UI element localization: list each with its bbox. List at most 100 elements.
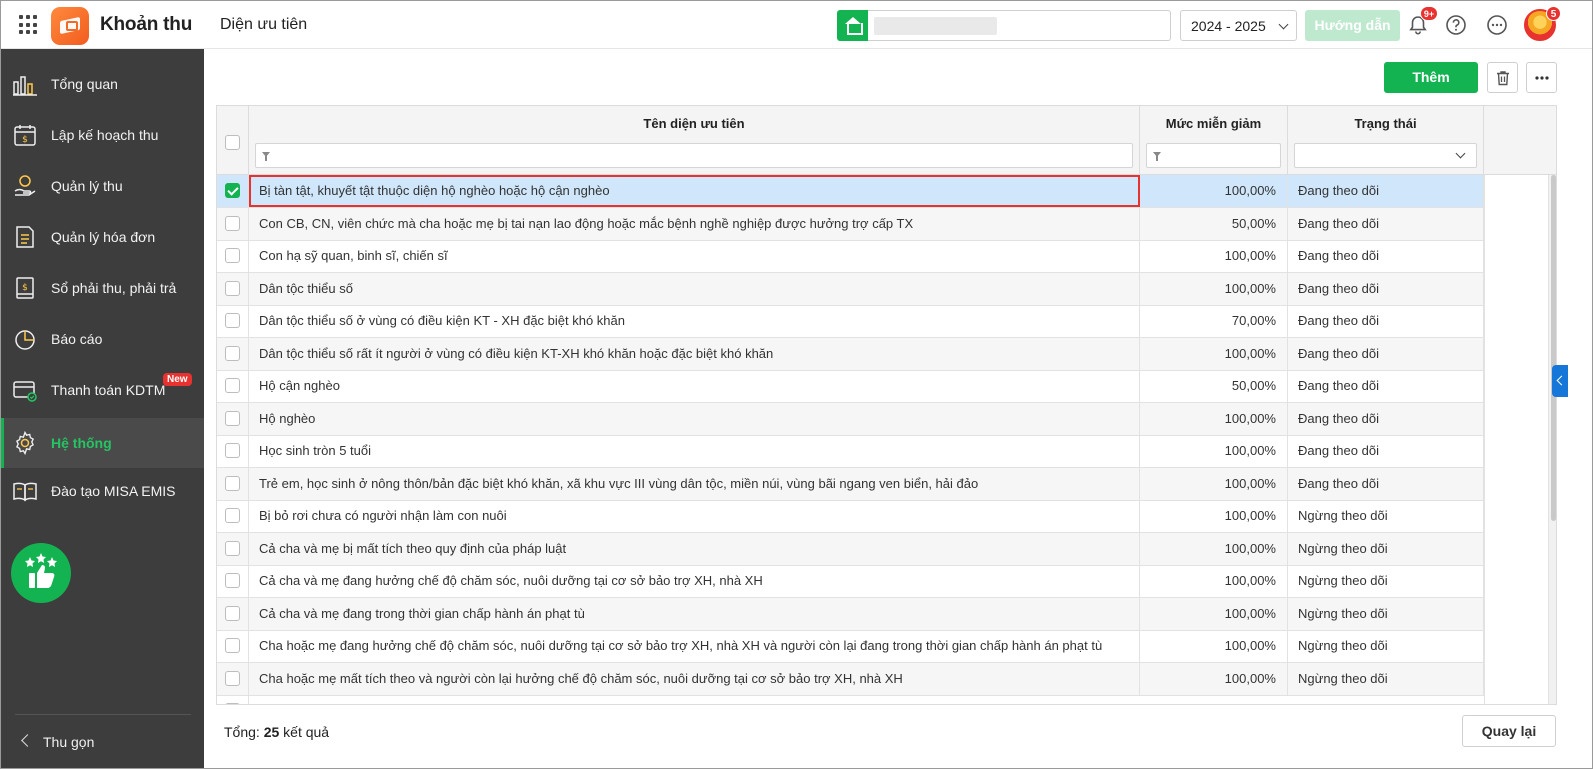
user-avatar[interactable]: 5 [1524, 6, 1561, 41]
filter-icon [262, 152, 270, 161]
row-checkbox[interactable] [225, 703, 240, 704]
row-checkbox[interactable] [225, 540, 240, 556]
row-checkbox[interactable] [225, 638, 240, 653]
cell-discount-rate: 100,00% [1140, 240, 1288, 272]
sidebar-item-system[interactable]: Hệ thống [1, 418, 204, 468]
home-icon[interactable] [837, 10, 868, 41]
cell-discount-rate: 100,00% [1140, 435, 1288, 467]
table-row[interactable]: Hộ nghèo 100,00% Đang theo dõi [217, 402, 1484, 436]
row-checkbox[interactable] [225, 410, 240, 426]
table-row[interactable]: Bị bỏ rơi chưa có người nhận làm con nuô… [217, 500, 1484, 533]
cell-status: Đang theo dõi [1288, 370, 1484, 402]
cell-discount-rate: 100,00% [1140, 500, 1288, 532]
row-checkbox[interactable] [225, 183, 240, 198]
row-checkbox-cell [217, 532, 249, 565]
sidebar-item-training[interactable]: Đào tạo MISA EMIS [1, 466, 204, 516]
cell-discount-rate: 100,00% [1140, 337, 1288, 370]
table-row[interactable]: Hộ cận nghèo 50,00% Đang theo dõi [217, 370, 1484, 403]
cell-discount-rate: 100,00% [1140, 597, 1288, 630]
cell-priority-name: Cha hoặc mẹ mất tích theo và người còn l… [249, 662, 1140, 695]
total-suffix: kết quả [283, 724, 330, 740]
cell-status: Đang theo dõi [1288, 402, 1484, 435]
table-row[interactable]: Dân tộc thiểu số rất ít người ở vùng có … [217, 337, 1484, 371]
school-selector[interactable] [868, 10, 1171, 41]
school-year-value: 2024 - 2025 [1191, 18, 1266, 34]
table-row[interactable]: Cả cha và mẹ bị mất tích theo quy định c… [217, 532, 1484, 566]
table-row[interactable]: Con CB, CN, viên chức mà cha hoặc mẹ bị … [217, 207, 1484, 241]
vertical-scrollbar[interactable] [1548, 175, 1556, 704]
row-checkbox-cell [217, 175, 249, 207]
back-button[interactable]: Quay lại [1462, 715, 1556, 747]
table-row-partial [217, 695, 1484, 704]
name-filter-input[interactable] [255, 143, 1133, 168]
row-checkbox[interactable] [225, 670, 240, 686]
scrollbar-thumb[interactable] [1551, 175, 1556, 521]
column-name: Tên diện ưu tiên [249, 106, 1140, 175]
more-actions-button[interactable] [1526, 62, 1557, 93]
table-row[interactable]: Trẻ em, học sinh ở nông thôn/bản đặc biệ… [217, 467, 1484, 501]
table-row[interactable]: Cha hoặc mẹ mất tích theo và người còn l… [217, 662, 1484, 696]
column-status: Trạng thái [1288, 106, 1484, 175]
cell-priority-name: Cả cha và mẹ bị mất tích theo quy định c… [249, 532, 1140, 565]
app-grid-icon[interactable] [19, 15, 39, 35]
sidebar-item-collect[interactable]: Quản lý thu [1, 161, 204, 211]
cell-priority-name: Học sinh tròn 5 tuổi [249, 435, 1140, 467]
sidebar-item-overview[interactable]: Tổng quan [1, 59, 204, 109]
cell-discount-rate: 50,00% [1140, 370, 1288, 402]
sidebar-item-invoices[interactable]: Quản lý hóa đơn [1, 212, 204, 262]
cell-status: Đang theo dõi [1288, 240, 1484, 272]
sidebar-item-reports[interactable]: Báo cáo [1, 314, 204, 364]
select-all-checkbox[interactable] [225, 135, 240, 150]
row-checkbox[interactable] [225, 508, 240, 523]
row-checkbox[interactable] [225, 280, 240, 296]
table-body: Bị tàn tật, khuyết tật thuộc diện hộ ngh… [217, 175, 1556, 704]
cell-status: Đang theo dõi [1288, 175, 1484, 207]
sidebar-item-plan[interactable]: $ Lập kế hoạch thu [1, 110, 204, 160]
row-checkbox[interactable] [225, 573, 240, 588]
cell-status: Đang theo dõi [1288, 305, 1484, 337]
table-row[interactable]: Cả cha và mẹ đang hưởng chế độ chăm sóc,… [217, 565, 1484, 598]
sidebar-item-ledger[interactable]: $ Sổ phải thu, phải trả [1, 263, 204, 313]
notification-bell-icon[interactable]: 9+ [1407, 6, 1438, 36]
table-row[interactable]: Con hạ sỹ quan, binh sĩ, chiến sĩ 100,00%… [217, 240, 1484, 273]
table-row[interactable]: Cha hoặc mẹ đang hưởng chế độ chăm sóc, … [217, 630, 1484, 663]
row-checkbox[interactable] [225, 313, 240, 328]
sidebar-item-cashless[interactable]: Thanh toán KDTM New [1, 365, 204, 415]
school-year-select[interactable]: 2024 - 2025 [1180, 10, 1297, 41]
sidebar-item-label: Quản lý hóa đơn [51, 229, 156, 245]
cell-discount-rate: 50,00% [1140, 207, 1288, 240]
add-button[interactable]: Thêm [1384, 62, 1478, 93]
collapse-label: Thu gọn [43, 734, 95, 750]
hand-coin-icon [14, 175, 36, 196]
more-options-icon[interactable] [1486, 14, 1508, 36]
table-row[interactable]: Cả cha và mẹ đang trong thời gian chấp h… [217, 597, 1484, 631]
delete-button[interactable] [1487, 62, 1518, 93]
notification-count-badge: 9+ [1420, 6, 1438, 21]
row-checkbox[interactable] [225, 475, 240, 491]
row-checkbox[interactable] [225, 215, 240, 231]
page-title: Diện ưu tiên [220, 16, 308, 33]
row-checkbox[interactable] [225, 248, 240, 263]
row-checkbox-cell [217, 662, 249, 695]
table-row[interactable]: Học sinh tròn 5 tuổi 100,00% Đang theo dõi [217, 435, 1484, 468]
guide-button[interactable]: Hướng dẫn [1305, 10, 1400, 41]
cell-priority-name: Con CB, CN, viên chức mà cha hoặc mẹ bị … [249, 207, 1140, 240]
table-row[interactable]: Dân tộc thiểu số ở vùng có điều kiện KT … [217, 305, 1484, 338]
svg-text:$: $ [22, 135, 28, 145]
status-filter-select[interactable] [1294, 143, 1477, 168]
rate-filter-input[interactable] [1146, 143, 1281, 168]
row-checkbox[interactable] [225, 605, 240, 621]
help-icon[interactable] [1445, 14, 1467, 36]
row-checkbox[interactable] [225, 345, 240, 361]
row-checkbox-cell [217, 370, 249, 402]
collapse-sidebar-button[interactable]: Thu gọn [1, 714, 204, 768]
row-checkbox-cell [217, 500, 249, 532]
table-row[interactable]: Bị tàn tật, khuyết tật thuộc diện hộ ngh… [217, 175, 1484, 208]
cell-discount-rate: 100,00% [1140, 467, 1288, 500]
row-checkbox[interactable] [225, 378, 240, 393]
feedback-like-button[interactable] [11, 543, 71, 603]
row-checkbox[interactable] [225, 443, 240, 458]
cell-status: Ngừng theo dõi [1288, 500, 1484, 532]
side-panel-toggle-icon[interactable] [1552, 365, 1568, 397]
table-row[interactable]: Dân tộc thiểu số 100,00% Đang theo dõi [217, 272, 1484, 306]
